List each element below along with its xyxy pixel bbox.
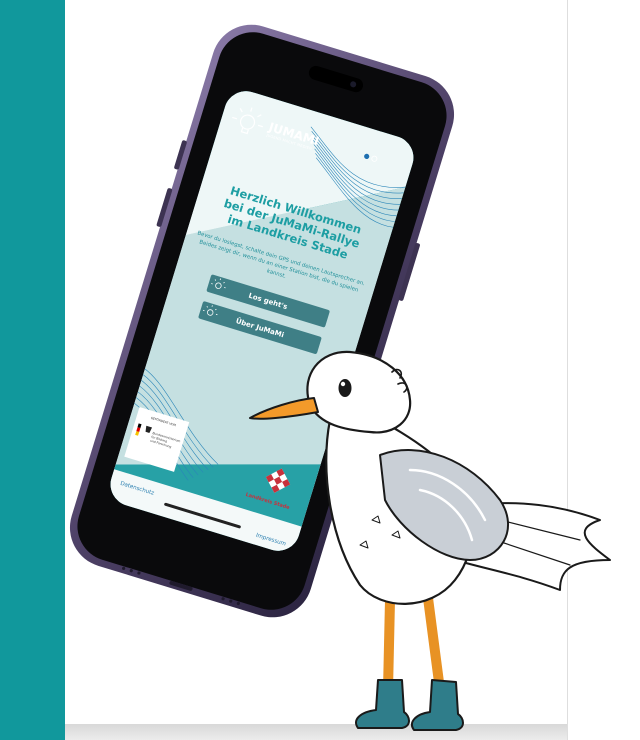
- illustration-scene: JUMAMI JUGEND MACHT MEDIEN Herzlich Will…: [69, 24, 611, 731]
- gull-eye: [338, 379, 352, 397]
- boot-left: [355, 679, 410, 729]
- boot-right: [411, 679, 464, 731]
